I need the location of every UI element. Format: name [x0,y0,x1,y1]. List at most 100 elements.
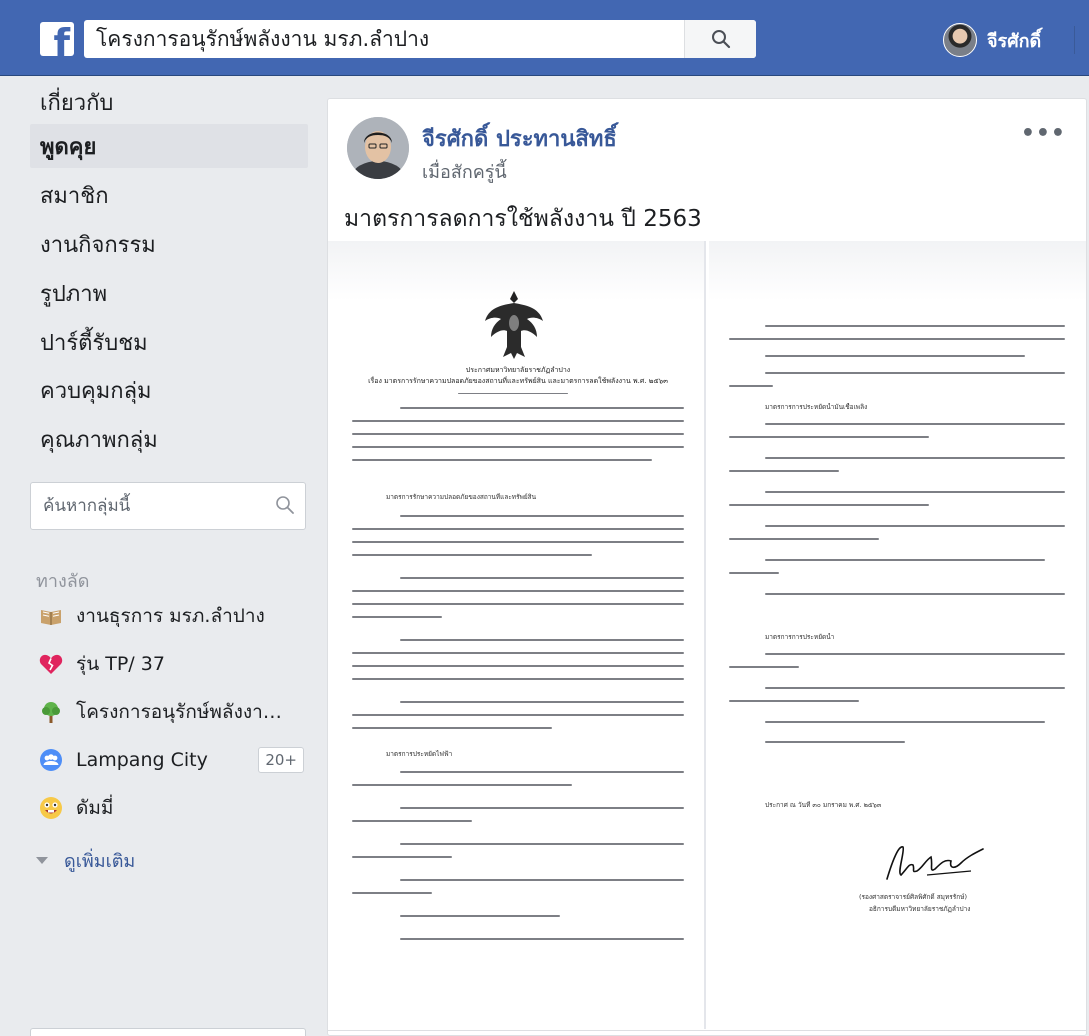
document-text-line [352,820,472,822]
shortcut-item[interactable]: Lampang City 20+ [30,741,310,779]
post-text: มาตรการลดการใช้พลังงาน ปี 2563 [344,206,702,232]
document-text-line [765,653,1065,655]
avatar [943,23,977,57]
document-text-line [765,423,1065,425]
more-options-button[interactable]: ••• [1021,121,1066,146]
garuda-emblem-icon [485,291,543,359]
document-text-line [352,528,684,530]
top-search-input[interactable] [96,20,686,58]
document-text-line [352,678,684,680]
document-text-line [352,856,452,858]
document-text-line [400,879,684,881]
document-date: ประกาศ ณ วันที่ ๓๐ มกราคม พ.ศ. ๒๕๖๓ [765,801,882,809]
group-search-input[interactable] [43,483,263,529]
document-section-title: มาตรการการประหยัดน้ำ [765,633,835,641]
document-text-line [765,325,1065,327]
document-text-line [765,355,1025,357]
document-text-line [729,436,929,438]
nav-item-group-quality[interactable]: คุณภาพกลุ่ม [30,417,308,461]
shortcut-item[interactable]: งานธุรการ มรภ.ลำปาง [30,597,310,635]
document-text-line [352,554,592,556]
profile-link[interactable]: จีรศักดิ์ [943,22,1041,58]
document-heading: ประกาศมหาวิทยาลัยราชภัฏลำปาง [465,366,571,374]
document-section-title: มาตรการประหยัดไฟฟ้า [386,750,453,758]
document-text-line [729,470,839,472]
document-text-line [729,538,879,540]
document-text-line [765,372,1065,374]
shortcut-label: ดัมมี่ [76,797,114,819]
nav-item-moderate-group[interactable]: ควบคุมกลุ่ม [30,368,308,412]
document-text-line [352,541,684,543]
document-text-line [729,338,1065,340]
see-more-link[interactable]: ดูเพิ่มเติม [36,846,135,875]
post-timestamp[interactable]: เมื่อสักครู่นี้ [422,157,507,186]
document-signer-title: อธิการบดีมหาวิทยาลัยราชภัฏลำปาง [869,905,971,913]
document-signer: (รองศาสตราจารย์ศิลพิศักดิ์ สมุทรรักษ์) [859,893,967,901]
shortcut-label: รุ่น TP/ 37 [76,653,165,675]
next-widget-edge [30,1028,306,1036]
document-photo-1[interactable]: ประกาศมหาวิทยาลัยราชภัฏลำปาง เรื่อง มาตร… [328,241,706,1029]
left-sidebar: เกี่ยวกับ พูดคุย สมาชิก งานกิจกรรม รูปภา… [0,76,318,1036]
document-text-line [400,807,684,809]
document-section-title: มาตรการรักษาความปลอดภัยของสถานที่และทรัพ… [386,493,537,501]
shortcut-item[interactable]: รุ่น TP/ 37 [30,645,310,683]
divider [458,393,568,394]
document-text-line [765,687,1065,689]
document-text-line [400,639,684,641]
search-button[interactable] [684,20,756,58]
document-text-line [400,915,560,917]
notification-count-badge: 20+ [258,747,304,773]
divider [1074,26,1075,54]
shortcut-label: งานธุรการ มรภ.ลำปาง [76,605,265,627]
avatar[interactable] [347,117,409,179]
nav-item-discussion[interactable]: พูดคุย [30,124,308,168]
nav-item-members[interactable]: สมาชิก [30,173,308,217]
see-more-label: ดูเพิ่มเติม [64,851,136,872]
document-text-line [729,385,773,387]
search-icon[interactable] [275,495,295,515]
document-text-line [400,771,684,773]
document-text-line [352,892,432,894]
shortcut-item[interactable]: โครงการอนุรักษ์พลังงาน มรภ.ลำปาง [30,693,310,731]
document-text-line [352,603,684,605]
shortcut-label: โครงการอนุรักษ์พลังงาน มรภ.ลำปาง [76,701,294,723]
document-text-line [729,666,799,668]
document-text-line [765,721,1045,723]
document-text-line [729,700,859,702]
document-text-line [765,457,1065,459]
document-text-line [729,572,779,574]
shortcut-item[interactable]: ดัมมี่ [30,789,310,827]
document-text-line [352,420,684,422]
document-photo-2[interactable]: มาตรการการประหยัดน้ำมันเชื้อเพลิง มาตรกา… [709,241,1086,1029]
document-text-line [400,407,684,409]
document-text-line [400,938,684,940]
emoji-face-icon [38,795,64,821]
document-text-line [729,504,929,506]
chevron-down-icon [36,857,48,864]
shortcut-label: Lampang City [76,749,208,771]
document-text-line [400,843,684,845]
shortcuts-title: ทางลัด [36,571,90,592]
document-text-line [352,784,572,786]
group-search-box [30,482,306,530]
document-text-line [765,593,1065,595]
nav-item-events[interactable]: งานกิจกรรม [30,222,308,266]
document-text-line [352,616,442,618]
document-text-line [352,727,552,729]
group-icon [38,747,64,773]
post-photos: ประกาศมหาวิทยาลัยราชภัฏลำปาง เรื่อง มาตร… [328,241,1086,1029]
nav-item-about[interactable]: เกี่ยวกับ [30,80,308,124]
nav-item-photos[interactable]: รูปภาพ [30,271,308,315]
facebook-logo-icon[interactable]: f [40,22,74,56]
nav-item-watch-party[interactable]: ปาร์ตี้รับชม [30,320,308,364]
document-text-line [765,559,1045,561]
document-text-line [352,714,684,716]
broken-heart-icon [38,651,64,677]
search-icon [711,30,730,49]
profile-name: จีรศักดิ์ [987,30,1042,52]
document-text-line [765,491,1065,493]
post-author-link[interactable]: จีรศักดิ์ ประทานสิทธิ์ [422,121,617,156]
document-text-line [352,433,684,435]
document-text-line [400,515,684,517]
document-text-line [352,665,684,667]
